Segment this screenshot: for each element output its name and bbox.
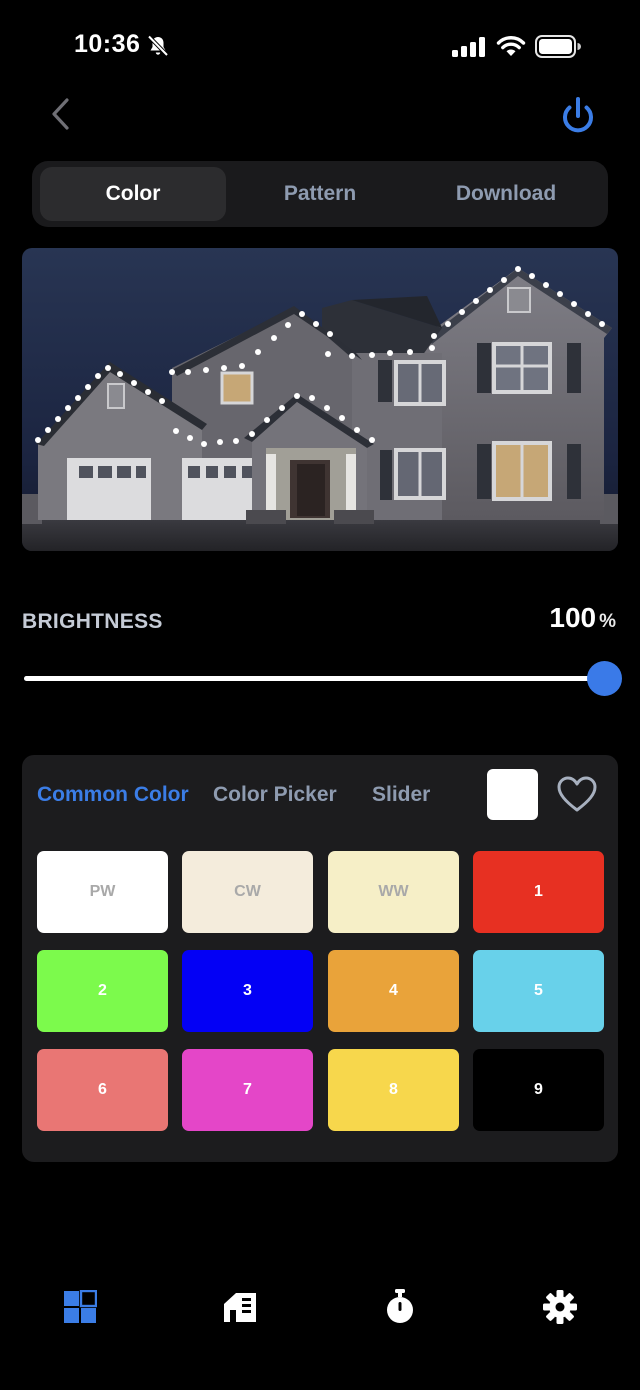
swatch-label: 4 [389,982,398,999]
gear-icon [543,1290,577,1324]
brightness-slider[interactable] [22,660,622,698]
swatch-ww[interactable]: WW [328,851,459,933]
swatch-label: 1 [534,883,543,900]
swatch-label: 6 [98,1081,107,1098]
timer-icon [387,1289,413,1323]
house-preview-image [22,248,618,551]
swatch-label: 9 [534,1081,543,1098]
nav-settings[interactable] [540,1287,580,1327]
bottom-nav [0,1275,640,1339]
current-color-swatch[interactable] [487,769,538,820]
slider-fill [24,676,604,681]
mode-tab-bar: Color Pattern Download [32,161,608,227]
slider-thumb[interactable] [587,661,622,696]
tab-common-color[interactable]: Common Color [37,783,189,807]
swatch-label: 3 [243,982,252,999]
tab-color-picker[interactable]: Color Picker [213,783,337,807]
cellular-signal-icon [452,37,485,57]
grid-icon [64,1290,97,1323]
swatch-label: 8 [389,1081,398,1098]
nav-home[interactable] [60,1287,100,1327]
color-panel: Common Color Color Picker Slider PW CW W… [22,755,618,1162]
heart-icon [557,776,597,812]
swatch-9[interactable]: 9 [473,1049,604,1131]
swatch-2[interactable]: 2 [37,950,168,1032]
brightness-unit: % [599,611,616,632]
battery-icon [535,35,581,58]
nav-timer[interactable] [380,1287,420,1327]
status-bar: 10:36 [0,0,640,96]
swatch-label: CW [234,883,261,900]
swatch-label: 5 [534,982,543,999]
brightness-label: BRIGHTNESS [22,610,163,633]
status-time: 10:36 [74,30,141,58]
power-button[interactable] [556,94,600,138]
swatch-cw[interactable]: CW [182,851,313,933]
tab-download[interactable]: Download [413,167,599,221]
swatch-8[interactable]: 8 [328,1049,459,1131]
tab-color[interactable]: Color [40,167,226,221]
swatch-label: 7 [243,1081,252,1098]
swatch-label: WW [378,883,409,900]
wifi-icon [496,36,526,56]
swatch-pw[interactable]: PW [37,851,168,933]
tab-slider[interactable]: Slider [372,783,430,807]
chevron-left-icon [52,98,69,130]
swatch-3[interactable]: 3 [182,950,313,1032]
brightness-readout: 100% [549,602,616,634]
swatch-label: 2 [98,982,107,999]
swatch-7[interactable]: 7 [182,1049,313,1131]
swatch-1[interactable]: 1 [473,851,604,933]
power-icon [563,97,593,133]
tab-pattern[interactable]: Pattern [227,167,413,221]
back-button[interactable] [42,94,78,134]
swatch-6[interactable]: 6 [37,1049,168,1131]
swatch-5[interactable]: 5 [473,950,604,1032]
favorite-button[interactable] [555,773,599,817]
nav-layout[interactable] [220,1287,260,1327]
bell-muted-icon [147,35,169,57]
brightness-value: 100 [549,602,597,633]
swatch-label: PW [89,883,116,900]
house-layout-icon [224,1293,256,1322]
swatch-4[interactable]: 4 [328,950,459,1032]
